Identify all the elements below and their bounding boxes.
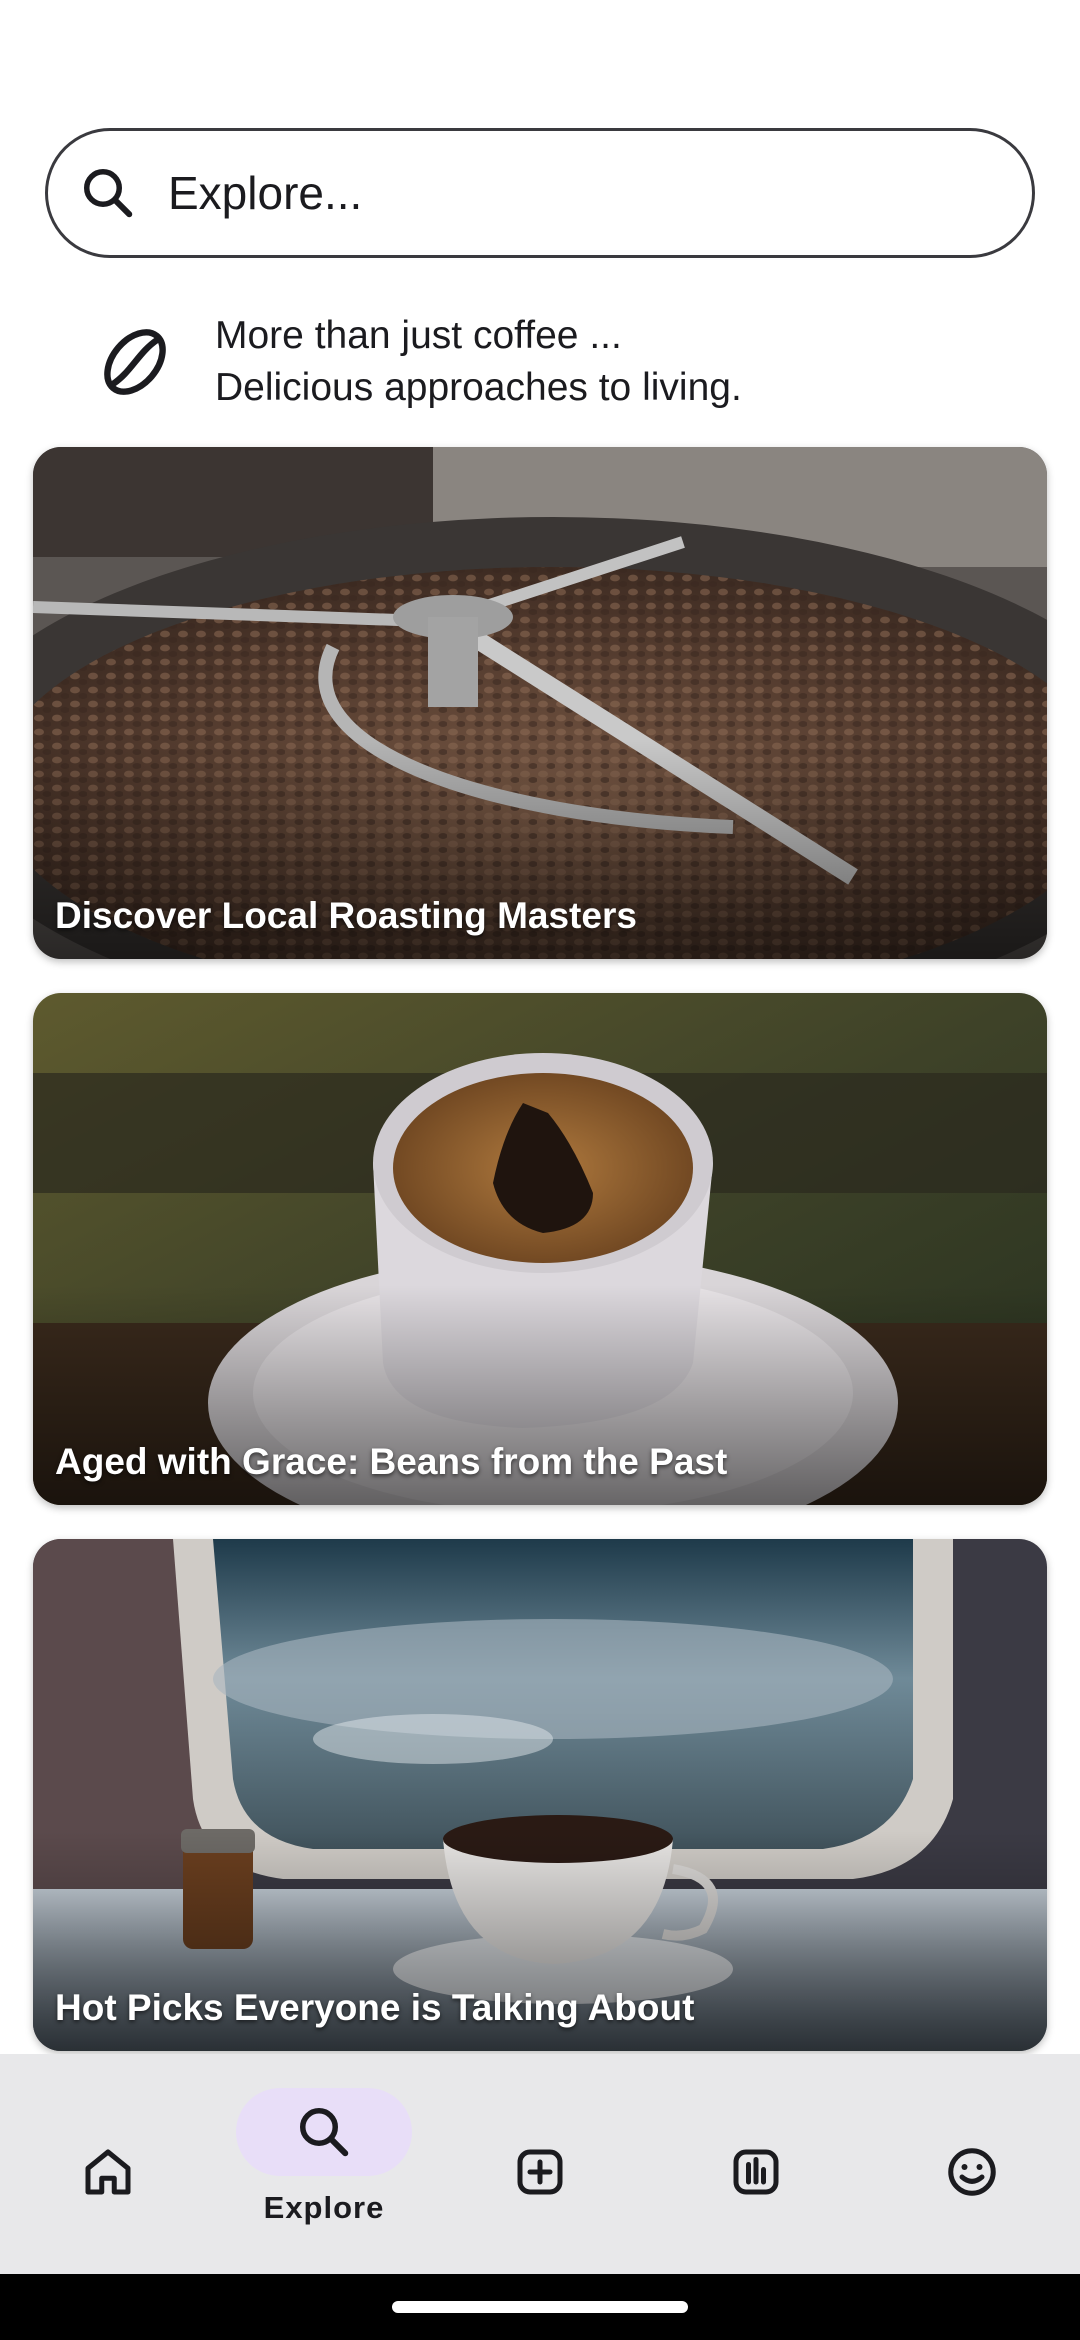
search-bar[interactable]: [45, 128, 1035, 258]
feature-card-aged-beans[interactable]: Aged with Grace: Beans from the Past: [33, 993, 1047, 1505]
nav-insights[interactable]: [666, 2088, 846, 2258]
gesture-handle[interactable]: [392, 2301, 688, 2313]
tagline-line-1: More than just coffee ...: [215, 314, 622, 357]
card-title: Hot Picks Everyone is Talking About: [55, 1987, 695, 2028]
nav-explore[interactable]: Explore: [234, 2088, 414, 2258]
feature-card-hot-picks[interactable]: Hot Picks Everyone is Talking About: [33, 1539, 1047, 2051]
smiley-icon: [948, 2148, 996, 2196]
add-box-icon: [517, 2149, 563, 2195]
nav-home[interactable]: [18, 2088, 198, 2258]
feature-card-roasting[interactable]: Discover Local Roasting Masters: [33, 447, 1047, 959]
card-title: Discover Local Roasting Masters: [55, 895, 637, 936]
search-icon: [300, 2108, 349, 2157]
nav-profile[interactable]: [882, 2088, 1062, 2258]
home-icon: [85, 2149, 131, 2195]
search-input[interactable]: [168, 153, 948, 233]
system-gesture-area: [0, 2274, 1080, 2340]
nav-create[interactable]: [450, 2088, 630, 2258]
explore-screen: More than just coffee ... Delicious appr…: [0, 0, 1080, 2340]
nav-explore-label: Explore: [263, 2190, 385, 2225]
search-icon: [84, 169, 133, 218]
insights-icon: [733, 2149, 779, 2195]
tagline: More than just coffee ... Delicious appr…: [95, 310, 742, 414]
bottom-navigation: Explore: [0, 2054, 1080, 2274]
card-title: Aged with Grace: Beans from the Past: [55, 1441, 728, 1482]
coffee-bean-icon: [104, 329, 166, 395]
tagline-line-2: Delicious approaches to living.: [215, 366, 742, 409]
